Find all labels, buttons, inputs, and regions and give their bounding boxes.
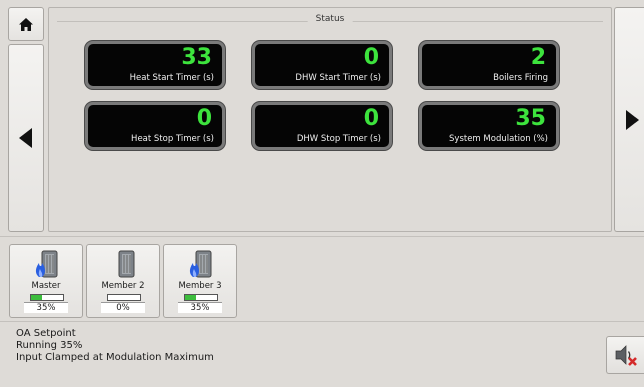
status-panel: Status 33 Heat Start Timer (s) 0 DHW Sta… [48,7,612,232]
arrow-left-icon [19,128,32,148]
boiler-icon [118,250,135,278]
status-title: Status [307,14,353,24]
previous-page-button[interactable] [8,44,44,232]
members-panel: Master 35% Member 2 0% Member 3 35% [0,236,644,322]
tile-heat-stop-timer: 0 Heat Stop Timer (s) [85,102,225,150]
tile-dhw-stop-timer: 0 DHW Stop Timer (s) [252,102,392,150]
tile-value: 0 [196,106,212,131]
member-2-button[interactable]: Member 2 0% [86,244,160,318]
member-percent: 35% [178,302,222,313]
member-master-button[interactable]: Master 35% [9,244,83,318]
member-percent: 0% [101,302,145,313]
member-name: Member 3 [178,281,222,291]
home-icon [19,17,33,31]
message-line-1: OA Setpoint [16,328,76,339]
next-page-button[interactable] [614,7,644,232]
modulation-bar [184,294,218,301]
modulation-bar-fill [185,295,197,300]
modulation-bar [30,294,64,301]
message-area: OA Setpoint Running 35% Input Clamped at… [0,324,644,387]
tile-label: Boilers Firing [493,73,548,83]
tile-label: Heat Stop Timer (s) [131,134,214,144]
boiler-icon [189,250,212,278]
boiler-icon [35,250,58,278]
tile-heat-start-timer: 33 Heat Start Timer (s) [85,41,225,89]
tile-label: DHW Start Timer (s) [295,73,381,83]
tile-label: Heat Start Timer (s) [129,73,214,83]
tile-value: 0 [363,106,379,131]
mute-alarm-button[interactable] [606,336,644,374]
tile-value: 35 [515,106,546,131]
member-percent: 35% [24,302,68,313]
member-name: Member 2 [101,281,145,291]
tile-boilers-firing: 2 Boilers Firing [419,41,559,89]
modulation-bar [107,294,141,301]
tile-dhw-start-timer: 0 DHW Start Timer (s) [252,41,392,89]
arrow-right-icon [625,109,639,130]
tile-value: 33 [181,45,212,70]
home-button[interactable] [8,7,44,41]
tile-value: 2 [530,45,546,70]
modulation-bar-fill [31,295,43,300]
tile-system-modulation: 35 System Modulation (%) [419,102,559,150]
tile-label: DHW Stop Timer (s) [296,134,381,144]
speaker-muted-icon [615,345,637,366]
message-line-2: Running 35% [16,340,83,351]
tile-value: 0 [363,45,379,70]
member-3-button[interactable]: Member 3 35% [163,244,237,318]
message-line-3: Input Clamped at Modulation Maximum [16,352,214,363]
tile-label: System Modulation (%) [449,134,548,144]
member-name: Master [31,281,61,291]
